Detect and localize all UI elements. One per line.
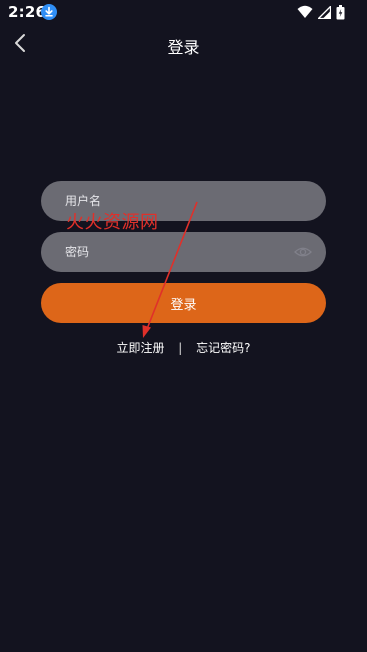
- status-icons: [297, 3, 345, 21]
- password-field[interactable]: [41, 232, 326, 272]
- login-button[interactable]: 登录: [41, 283, 326, 323]
- signal-icon: [318, 5, 331, 19]
- header: 登录: [0, 26, 367, 62]
- status-bar: 2:26: [0, 0, 367, 24]
- register-link[interactable]: 立即注册: [116, 341, 164, 355]
- links-row: 立即注册 | 忘记密码?: [0, 339, 367, 356]
- download-icon: [41, 4, 57, 20]
- watermark: 火火资源网: [66, 212, 159, 233]
- forgot-password-link[interactable]: 忘记密码?: [196, 341, 250, 355]
- annotation-arrow: [142, 201, 198, 338]
- password-input[interactable]: [65, 232, 285, 272]
- eye-icon[interactable]: [294, 244, 312, 260]
- wifi-icon: [297, 5, 313, 18]
- page-title: 登录: [167, 38, 200, 57]
- battery-icon: [336, 4, 345, 19]
- link-separator: |: [178, 341, 183, 355]
